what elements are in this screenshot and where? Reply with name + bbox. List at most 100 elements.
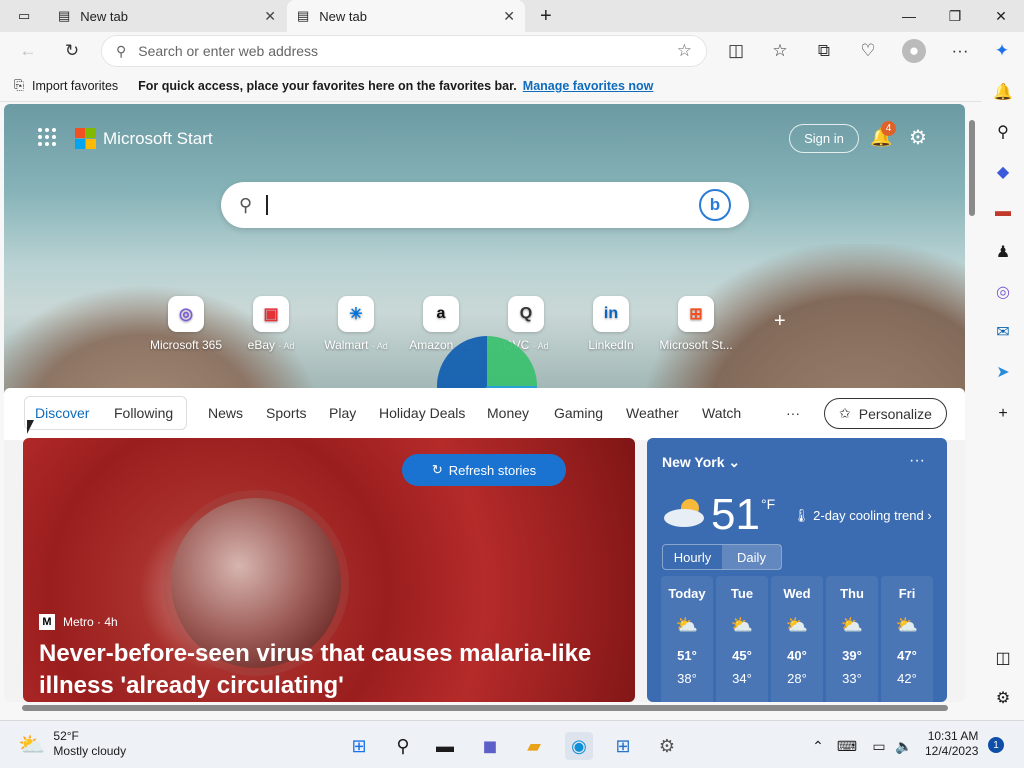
- day-high: 51°: [677, 648, 697, 663]
- more-icon[interactable]: ···: [948, 39, 972, 63]
- games-icon[interactable]: ♟: [991, 240, 1015, 264]
- forecast-day[interactable]: Thu ⛅ 39° 33°: [826, 576, 878, 702]
- hide-sidebar-icon[interactable]: ◫: [991, 646, 1015, 670]
- sign-in-button[interactable]: Sign in: [789, 124, 859, 153]
- linkedin-icon: in: [593, 296, 629, 332]
- tab-money[interactable]: Money: [487, 405, 529, 421]
- quick-link[interactable]: ✳ Walmart · Ad: [316, 296, 396, 352]
- weather-trend-link[interactable]: 🌡 2-day cooling trend ›: [793, 508, 932, 524]
- day-low: 33°: [842, 671, 862, 686]
- file-explorer-icon[interactable]: ▰: [520, 732, 548, 760]
- sidebar-settings-icon[interactable]: ⚙: [991, 686, 1015, 710]
- web-search-box[interactable]: ⚲ b: [221, 182, 749, 228]
- vertical-scrollbar[interactable]: [966, 104, 978, 702]
- shopping-tag-icon[interactable]: ◆: [991, 160, 1015, 184]
- quick-link[interactable]: ⊞ Microsoft St...: [656, 296, 736, 352]
- add-shortcut-icon[interactable]: +: [774, 310, 786, 333]
- network-icon[interactable]: ▭: [865, 732, 893, 760]
- task-view-icon[interactable]: ▬: [431, 732, 459, 760]
- microsoft-store-icon[interactable]: ⊞: [609, 732, 637, 760]
- windows-start-icon[interactable]: ⊞: [345, 732, 373, 760]
- volume-muted-icon[interactable]: 🔈: [890, 732, 918, 760]
- back-icon[interactable]: ←: [16, 39, 40, 63]
- chat-icon[interactable]: ◼: [476, 732, 504, 760]
- taskbar-weather-widget[interactable]: ⛅ 52°F Mostly cloudy: [18, 729, 126, 759]
- settings-gear-icon[interactable]: ⚙: [909, 125, 927, 150]
- weather-location-selector[interactable]: New York ⌄: [662, 454, 740, 471]
- tab-news[interactable]: News: [208, 405, 243, 421]
- add-sidebar-app-icon[interactable]: +: [991, 402, 1015, 426]
- personalize-button[interactable]: ✩ Personalize: [824, 398, 947, 429]
- manage-favorites-link[interactable]: Manage favorites now: [523, 79, 654, 93]
- tab-weather[interactable]: Weather: [626, 405, 679, 421]
- browser-essentials-icon[interactable]: ♡: [856, 39, 880, 63]
- quick-link[interactable]: ◎ Microsoft 365: [146, 296, 226, 352]
- apps-launcher-icon[interactable]: [38, 128, 56, 146]
- news-card[interactable]: ↻ Refresh stories M Metro · 4h Never-bef…: [23, 438, 635, 702]
- hourly-tab[interactable]: Hourly: [663, 545, 722, 569]
- quick-link[interactable]: in LinkedIn: [571, 296, 651, 352]
- tab-following[interactable]: Following: [114, 405, 173, 421]
- minimize-icon[interactable]: —: [886, 0, 932, 32]
- tab-actions-icon[interactable]: ▭: [8, 0, 48, 32]
- tab-gaming[interactable]: Gaming: [554, 405, 603, 421]
- day-high: 39°: [842, 648, 862, 663]
- quick-link[interactable]: ▣ eBay · Ad: [231, 296, 311, 352]
- notification-count-badge[interactable]: 1: [988, 737, 1004, 753]
- daily-tab[interactable]: Daily: [722, 545, 781, 569]
- news-headline[interactable]: Never-before-seen virus that causes mala…: [39, 638, 609, 702]
- more-options-icon[interactable]: ···: [909, 452, 925, 470]
- tab-watch[interactable]: Watch: [702, 405, 741, 421]
- partly-sunny-icon: ⛅: [895, 615, 919, 635]
- close-icon[interactable]: ✕: [503, 8, 515, 25]
- forecast-day[interactable]: Today ⛅ 51° 38°: [661, 576, 713, 702]
- search-icon[interactable]: ⚲: [389, 732, 417, 760]
- horizontal-scrollbar[interactable]: [4, 702, 966, 714]
- profile-avatar[interactable]: ●: [902, 39, 926, 63]
- favorite-star-icon[interactable]: ☆: [677, 41, 692, 61]
- search-icon[interactable]: ⚲: [991, 120, 1015, 144]
- refresh-icon: ↻: [431, 462, 443, 477]
- refresh-icon[interactable]: ↻: [60, 39, 84, 63]
- forecast-day[interactable]: Tue ⛅ 45° 34°: [716, 576, 768, 702]
- close-icon[interactable]: ✕: [264, 8, 276, 25]
- collections-icon[interactable]: ⧉: [812, 39, 836, 63]
- drop-icon[interactable]: ➤: [991, 360, 1015, 384]
- address-input[interactable]: ⚲ Search or enter web address ☆: [102, 36, 706, 66]
- copilot-icon[interactable]: ✦: [990, 39, 1014, 63]
- notifications-icon[interactable]: 🔔: [991, 80, 1015, 104]
- refresh-stories-button[interactable]: ↻ Refresh stories: [402, 454, 566, 486]
- ms365-icon: ◎: [168, 296, 204, 332]
- scroll-thumb[interactable]: [969, 120, 975, 216]
- personalize-label: Personalize: [858, 405, 932, 422]
- edge-browser-icon[interactable]: ◉: [565, 732, 593, 760]
- temperature-unit[interactable]: °F: [761, 496, 775, 512]
- windows-taskbar: ⛅ 52°F Mostly cloudy ⊞ ⚲ ▬ ◼ ▰ ◉ ⊞ ⚙ ⌃ ⌨…: [0, 720, 1024, 768]
- tab-sports[interactable]: Sports: [266, 405, 306, 421]
- favorites-icon[interactable]: ☆: [768, 39, 792, 63]
- tab-holiday-deals[interactable]: Holiday Deals: [379, 405, 465, 421]
- forecast-day[interactable]: Fri ⛅ 47° 42°: [881, 576, 933, 702]
- outlook-icon[interactable]: ✉: [991, 320, 1015, 344]
- settings-gear-icon[interactable]: ⚙: [653, 732, 681, 760]
- keyboard-icon[interactable]: ⌨: [833, 732, 861, 760]
- scroll-thumb[interactable]: [22, 705, 948, 711]
- forecast-day[interactable]: Wed ⛅ 40° 28°: [771, 576, 823, 702]
- split-screen-icon[interactable]: ◫: [724, 39, 748, 63]
- tab-play[interactable]: Play: [329, 405, 356, 421]
- bing-chat-icon[interactable]: b: [699, 189, 731, 221]
- microsoft-365-icon[interactable]: ◎: [991, 280, 1015, 304]
- tab-discover[interactable]: Discover: [35, 405, 89, 421]
- tab-2[interactable]: ▤ New tab ✕: [287, 0, 525, 32]
- text-caret: [266, 195, 269, 215]
- restore-icon[interactable]: ❐: [932, 0, 978, 32]
- show-hidden-icons-icon[interactable]: ⌃: [804, 732, 832, 760]
- new-tab-button[interactable]: +: [530, 0, 562, 32]
- close-window-icon[interactable]: ✕: [978, 0, 1024, 32]
- tab-1[interactable]: ▤ New tab ✕: [48, 0, 286, 32]
- system-clock[interactable]: 10:31 AM 12/4/2023: [925, 729, 978, 759]
- import-favorites-button[interactable]: Import favorites: [32, 79, 118, 93]
- microsoft-start-logo[interactable]: Microsoft Start: [75, 128, 213, 149]
- tools-icon[interactable]: ▬: [991, 200, 1015, 224]
- more-tabs-icon[interactable]: ···: [786, 405, 800, 421]
